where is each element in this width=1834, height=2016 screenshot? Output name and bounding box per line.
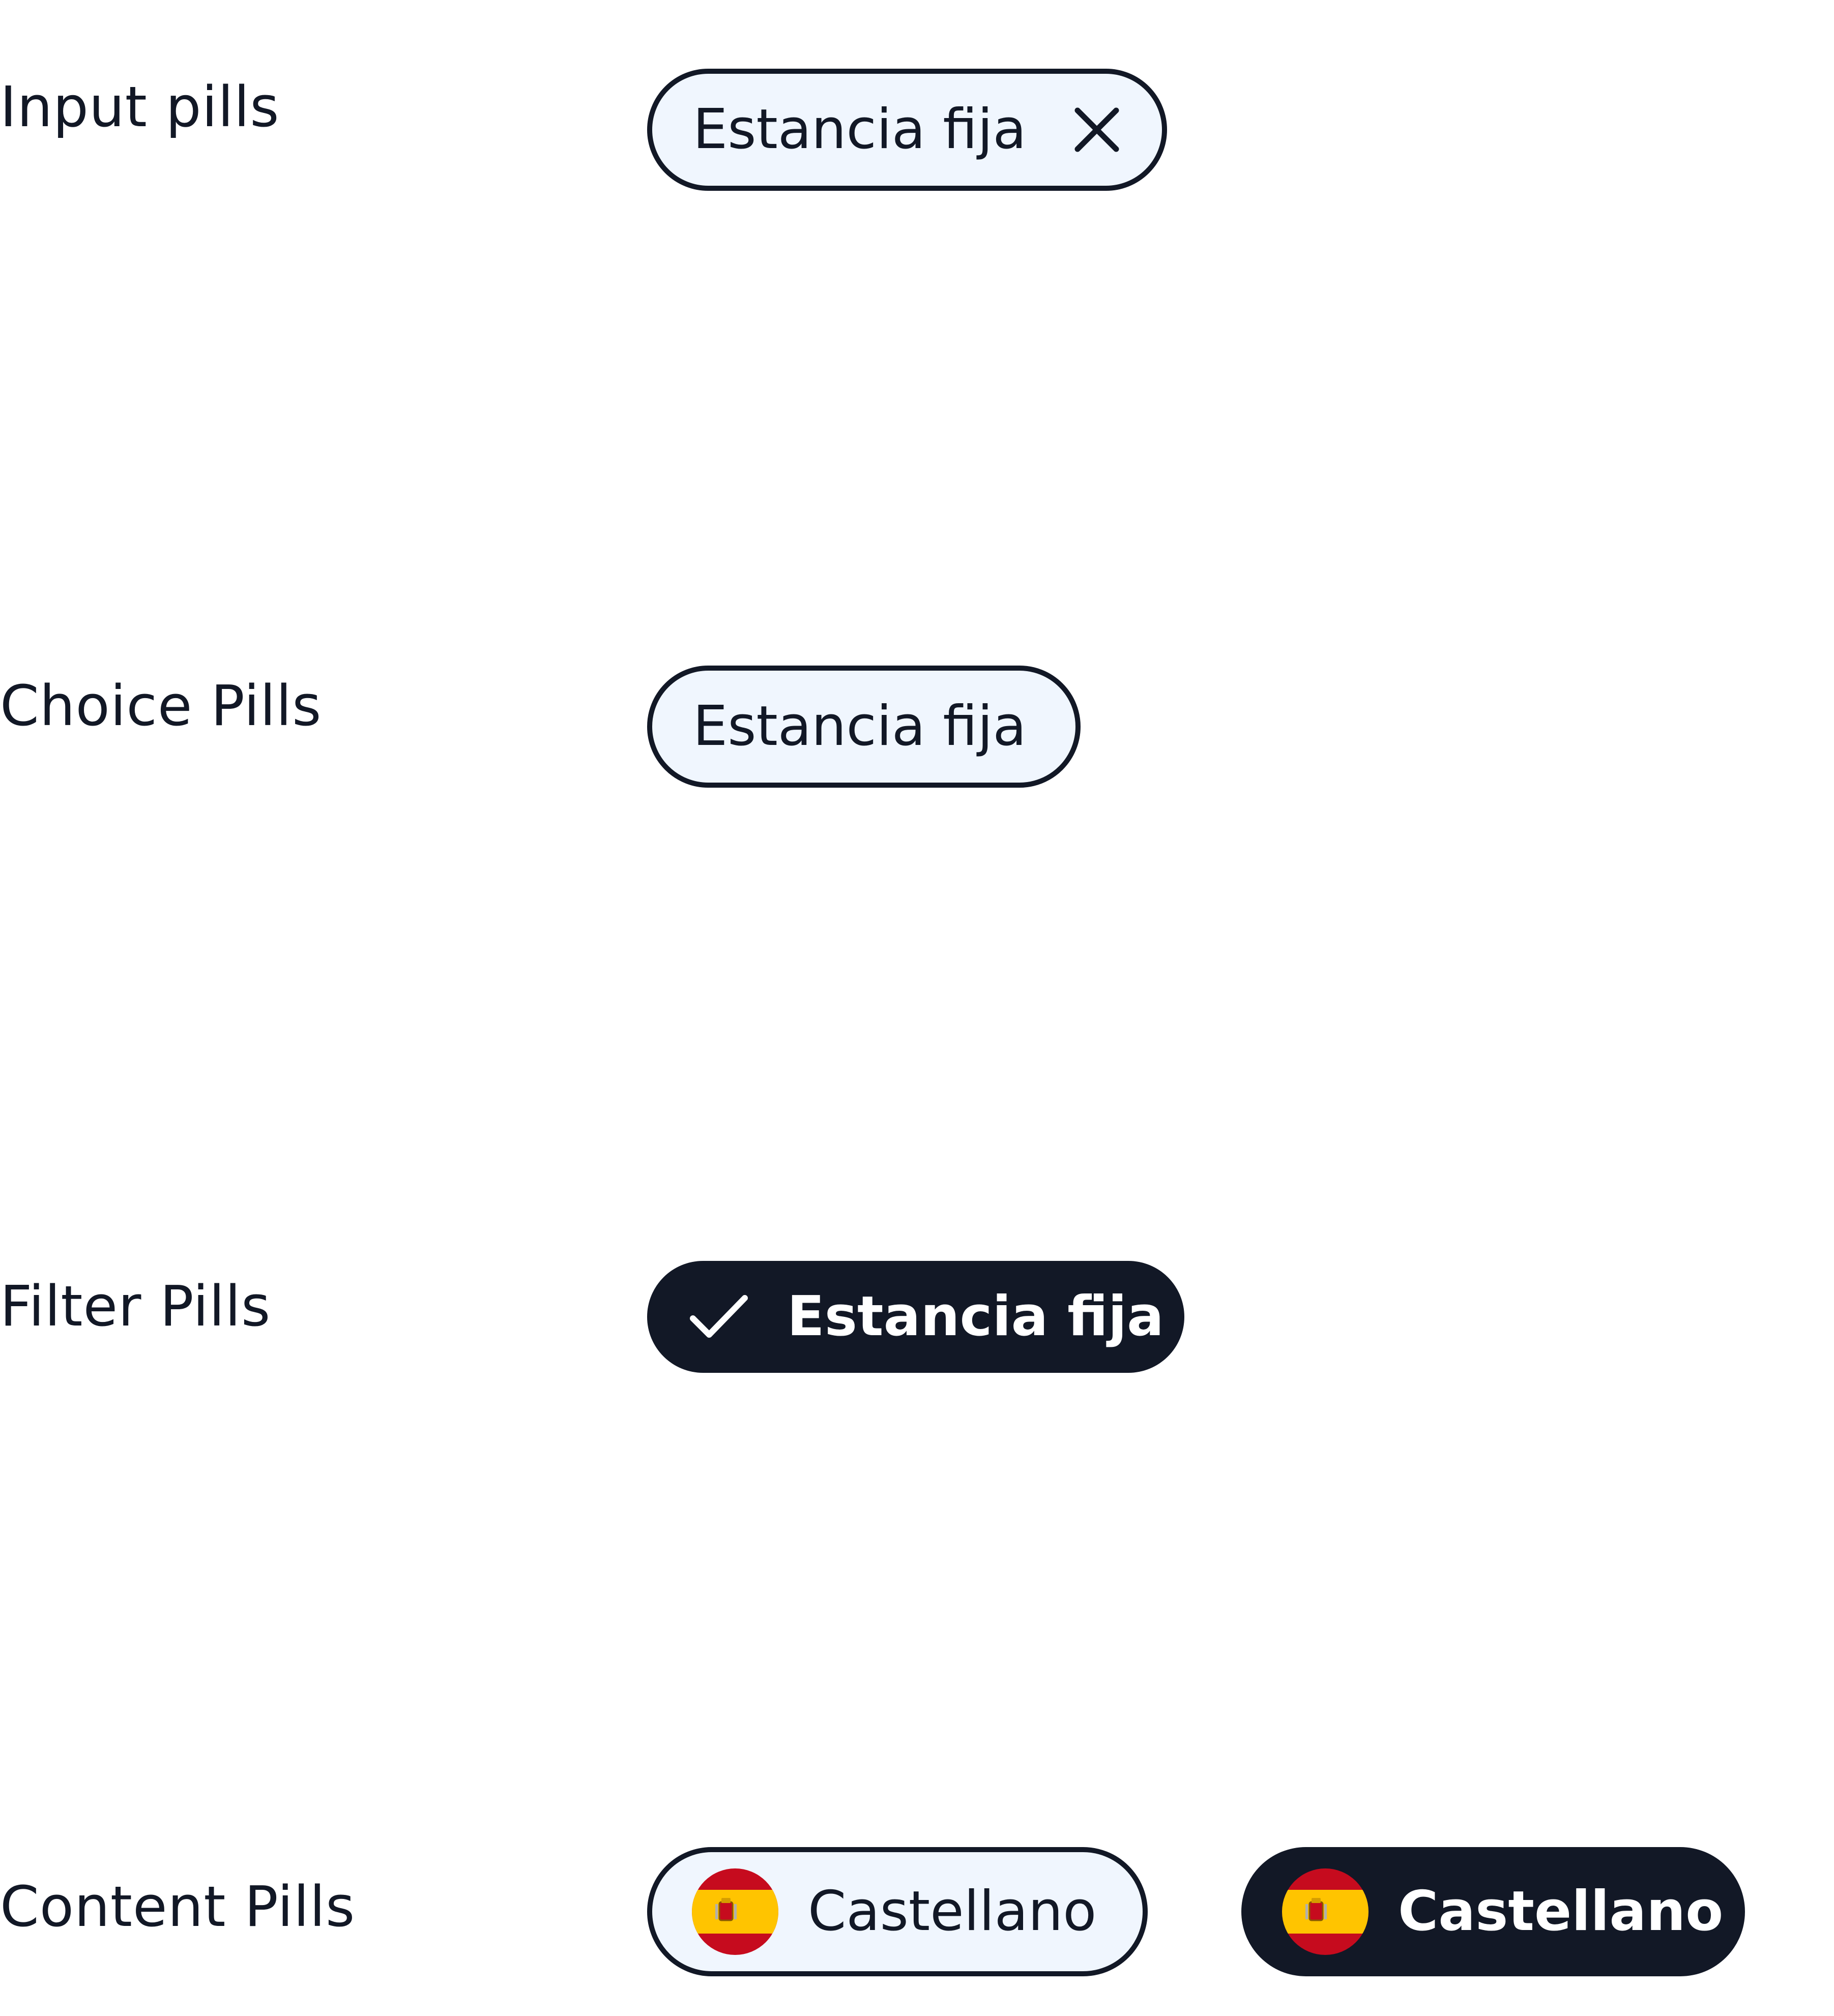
- spain-flag-icon: [692, 1868, 778, 1955]
- choice-pill-label: Estancia fija: [693, 695, 1027, 758]
- choice-pills-label: Choice Pills: [0, 673, 322, 738]
- choice-pill-estancia-fija[interactable]: Estancia fija: [647, 666, 1081, 788]
- checkmark-icon: [689, 1294, 749, 1340]
- content-pills-label: Content Pills: [0, 1874, 356, 1939]
- close-icon[interactable]: [1072, 105, 1121, 154]
- content-pill-castellano-outline[interactable]: Castellano: [647, 1847, 1148, 1976]
- spain-flag-icon: [1282, 1868, 1369, 1955]
- content-pill-castellano-filled[interactable]: Castellano: [1241, 1847, 1745, 1976]
- content-pill-label: Castellano: [1398, 1880, 1724, 1943]
- filter-pills-label: Filter Pills: [0, 1274, 271, 1339]
- input-pill-estancia-fija[interactable]: Estancia fija: [647, 69, 1167, 191]
- filter-pill-estancia-fija[interactable]: Estancia fija: [647, 1261, 1184, 1373]
- content-pill-label: Castellano: [808, 1880, 1097, 1943]
- filter-pill-label: Estancia fija: [787, 1285, 1164, 1348]
- input-pills-label: Input pills: [0, 74, 280, 139]
- input-pill-label: Estancia fija: [693, 98, 1027, 161]
